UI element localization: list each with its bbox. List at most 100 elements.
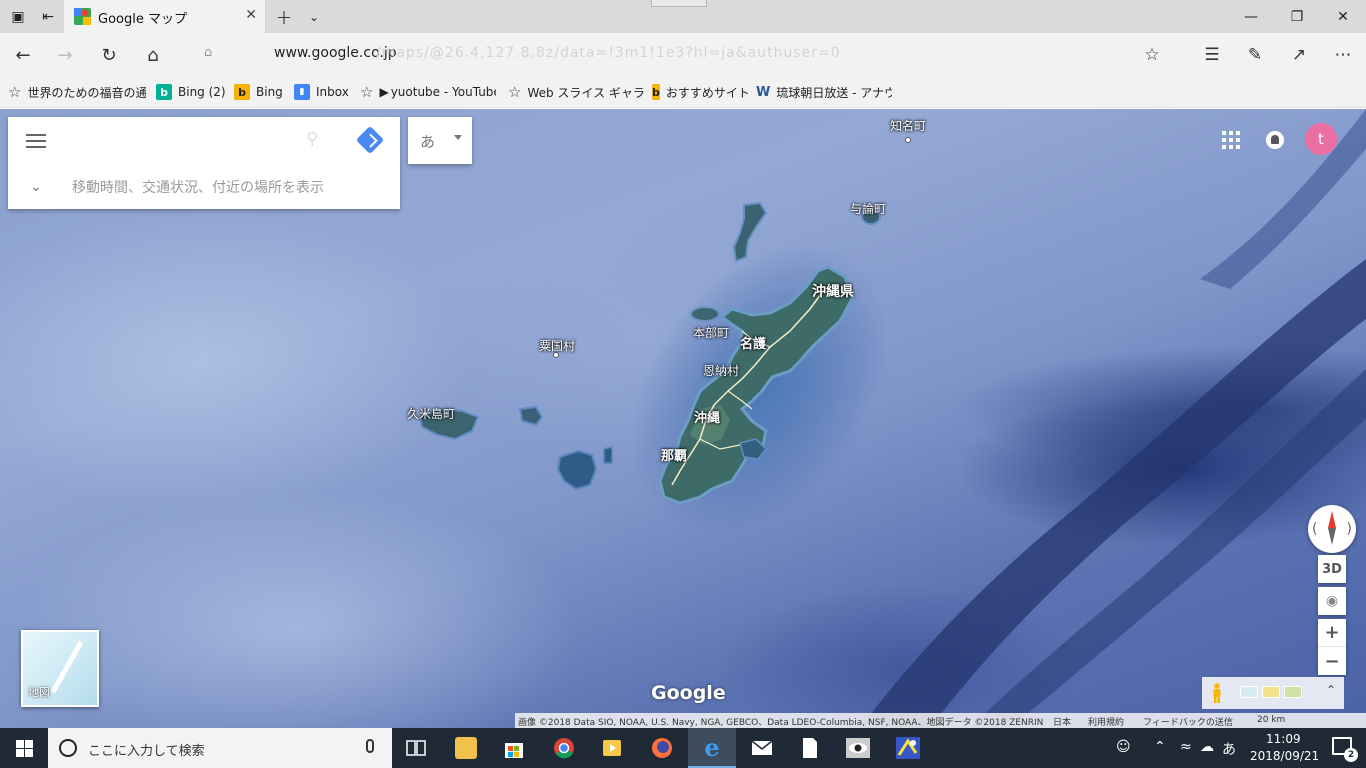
zoom-out-button[interactable]: − [1318, 647, 1346, 675]
taskbar-search[interactable]: ここに入力して検索 [48, 728, 392, 768]
compass-south-icon [1328, 528, 1336, 545]
microphone-icon[interactable] [366, 739, 374, 753]
address-bar[interactable]: ⌂ www.google.co.jp /maps/@26.4,127.8,8z/… [200, 39, 1100, 69]
chevron-up-icon[interactable]: ⌃ [1154, 739, 1166, 755]
more-icon[interactable]: ⋯ [1326, 38, 1360, 72]
layer-terrain-thumb[interactable] [1262, 686, 1280, 698]
star-icon: ☆ [360, 83, 374, 101]
clock-date[interactable]: 2018/09/21 [1250, 749, 1319, 763]
tab-manager-icon[interactable]: ▣ [2, 0, 34, 33]
taskbar-photo-app[interactable] [834, 728, 882, 768]
favorites-list-icon[interactable]: ☰ [1195, 38, 1229, 72]
tab-google-maps[interactable]: Google マップ ✕ [64, 0, 266, 33]
start-button[interactable] [0, 728, 48, 768]
place-label[interactable]: 沖縄県 [812, 281, 854, 301]
layers-tray: ⌃ [1202, 677, 1344, 709]
place-label[interactable]: 知名町 [890, 117, 926, 134]
taskbar-file-explorer[interactable] [442, 728, 490, 768]
taskbar-firefox[interactable] [638, 728, 686, 768]
place-label[interactable]: 与論町 [850, 200, 886, 217]
wifi-icon[interactable]: ≈ [1180, 739, 1192, 755]
taskbar-edge[interactable]: e [688, 728, 736, 768]
expand-up-icon[interactable]: ⌃ [1326, 683, 1336, 697]
place-label[interactable]: 本部町 [693, 324, 729, 341]
rotate-left-icon[interactable]: ( [1312, 521, 1317, 537]
taskbar-paint-app[interactable] [884, 728, 932, 768]
zoom-in-button[interactable]: + [1318, 619, 1346, 647]
new-tab-icon[interactable]: + [268, 0, 300, 33]
share-icon[interactable]: ↗ [1282, 38, 1316, 72]
favorite-item[interactable]: ☆ 世界のための福音の通信 [8, 82, 146, 102]
directions-icon[interactable] [355, 125, 385, 155]
island [603, 446, 613, 464]
restore-icon[interactable]: ❐ [1274, 0, 1320, 33]
taskbar-mail[interactable] [738, 728, 786, 768]
search-icon[interactable]: ⚲ [306, 129, 318, 149]
notifications-icon[interactable] [1266, 131, 1284, 149]
terms-link[interactable]: 利用規約 [1088, 715, 1124, 728]
chevron-down-icon[interactable]: ⌄ [30, 179, 42, 195]
task-view-button[interactable] [392, 728, 440, 768]
forward-icon[interactable]: → [48, 38, 82, 72]
windows-logo-icon [15, 739, 33, 757]
favorite-item[interactable]: ▮ Inbox [294, 82, 354, 102]
layer-map-thumb[interactable] [1284, 686, 1302, 698]
place-label[interactable]: 久米島町 [407, 405, 455, 422]
taskbar-store[interactable] [490, 728, 538, 768]
feedback-link[interactable]: フィードバックの送信 [1143, 715, 1233, 728]
back-icon[interactable]: ← [6, 38, 40, 72]
ime-indicator[interactable]: あ [1222, 739, 1236, 759]
place-label[interactable]: 恩納村 [703, 362, 739, 379]
clock-time[interactable]: 11:09 [1266, 732, 1301, 746]
three-d-button[interactable]: 3D [1318, 555, 1346, 583]
place-label[interactable]: 沖縄 [694, 407, 720, 426]
menu-icon[interactable] [26, 134, 46, 148]
scale-label[interactable]: 20 km [1257, 715, 1285, 725]
google-apps-icon[interactable] [1222, 131, 1240, 149]
input-tools-button[interactable]: あ [408, 117, 472, 164]
favorite-label: 世界のための福音の通信 [27, 85, 146, 100]
chevron-down-icon[interactable]: ⌄ [298, 0, 330, 33]
pen-icon[interactable]: ✎ [1238, 38, 1272, 72]
favorite-item[interactable]: ☆ ▶ yuotube - YouTube [360, 82, 496, 102]
favorite-item[interactable]: b Bing (2) [156, 82, 226, 102]
place-marker[interactable] [553, 352, 559, 358]
edge-icon: e [704, 732, 720, 762]
favorite-item[interactable]: ☆ Web スライス ギャラリー [508, 82, 646, 102]
favorite-star-icon[interactable]: ☆ [1135, 38, 1169, 72]
lock-icon: ⌂ [204, 45, 213, 60]
taskbar-chrome[interactable] [540, 728, 588, 768]
caret-down-icon [454, 135, 462, 140]
people-icon[interactable]: ☺ [1116, 739, 1131, 755]
country-link[interactable]: 日本 [1053, 715, 1071, 728]
search-input[interactable] [64, 127, 294, 155]
map-canvas[interactable]: 知名町 与論町 沖縄県 本部町 名護 粟国村 恩納村 久米島町 沖縄 那覇 ⚲ … [0, 109, 1366, 728]
home-icon[interactable]: ⌂ [136, 38, 170, 72]
google-maps-favicon-icon [74, 8, 91, 25]
close-window-icon[interactable]: ✕ [1320, 0, 1366, 33]
favorite-item[interactable]: b おすすめサイト [652, 82, 748, 102]
minimize-icon[interactable]: — [1228, 0, 1274, 33]
favorite-item[interactable]: b Bing [234, 82, 288, 102]
place-label[interactable]: 名護 [740, 333, 766, 352]
place-label[interactable]: 那覇 [661, 445, 687, 464]
layer-satellite-thumb[interactable] [1240, 686, 1258, 698]
place-marker[interactable] [905, 137, 911, 143]
tab-close-icon[interactable]: ✕ [245, 7, 257, 23]
map-type-toggle[interactable]: 地図 [21, 630, 99, 707]
eye-photo-icon [846, 738, 870, 758]
onedrive-cloud-icon[interactable]: ☁ [1200, 739, 1214, 755]
rotate-right-icon[interactable]: ) [1347, 521, 1352, 537]
favorite-item[interactable]: W 琉球朝日放送 - アナウ [756, 82, 892, 102]
set-aside-tabs-icon[interactable]: ⇤ [32, 0, 64, 33]
my-location-button[interactable]: ◉ [1318, 587, 1346, 615]
paint-app-icon [896, 737, 920, 759]
avatar[interactable]: t [1305, 123, 1337, 155]
cortana-icon [59, 739, 77, 757]
compass-control[interactable]: ( ) [1308, 505, 1356, 553]
expand-info-text[interactable]: 移動時間、交通状況、付近の場所を表示 [72, 177, 324, 197]
taskbar-document[interactable] [786, 728, 834, 768]
taskbar-media[interactable] [588, 728, 636, 768]
refresh-icon[interactable]: ↻ [92, 38, 126, 72]
pegman-icon[interactable] [1212, 683, 1222, 703]
